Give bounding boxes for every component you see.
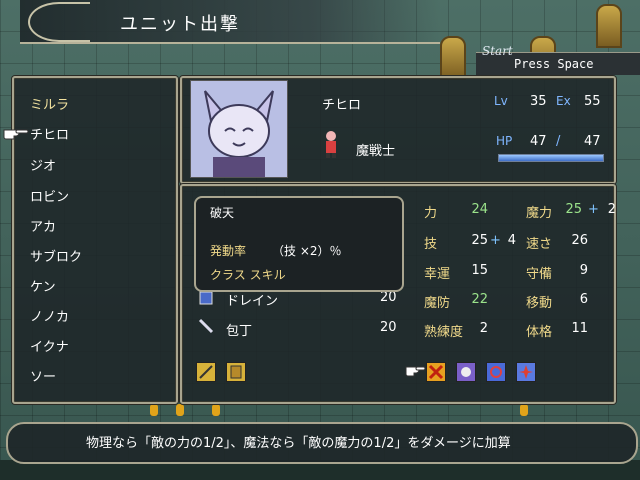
title-ornament [28, 2, 90, 42]
torch-icon [520, 404, 528, 416]
unit-item[interactable]: ノノカ [30, 306, 69, 332]
screen-title: ユニット出撃 [120, 14, 240, 35]
skill-burst-icon[interactable] [516, 362, 536, 382]
stat-mag-value: 25 [565, 202, 582, 217]
unit-item[interactable]: チヒロ [30, 124, 69, 150]
stat-skl-bonus: 4 [507, 233, 516, 248]
stat-mag-bonus: 2 [607, 202, 616, 217]
unit-item[interactable]: アカ [30, 216, 56, 242]
item-name[interactable]: 包丁 [226, 320, 252, 339]
item-name[interactable]: ドレイン [226, 290, 278, 309]
exp-value: 55 [584, 94, 601, 109]
stat-spd-value: 26 [571, 233, 588, 248]
skill-rate-value: （技 ×2）％ [272, 244, 342, 258]
pointing-hand-icon [405, 366, 426, 377]
hp-max: 47 [584, 134, 601, 149]
exp-label: Ex [556, 94, 571, 108]
stat-prof-label: 熟練度 [424, 325, 464, 340]
item-uses: 20 [380, 290, 397, 305]
stat-def-label: 守備 [526, 267, 553, 282]
stat-con-label: 体格 [526, 325, 553, 340]
skill-name: 破天 [210, 206, 235, 220]
hp-value: 47 [530, 134, 547, 149]
unit-item[interactable]: ミルラ [30, 94, 69, 120]
tome-icon [199, 291, 213, 305]
unit-portrait [190, 80, 288, 178]
stat-con-value: 11 [571, 321, 588, 336]
stained-window [440, 36, 466, 80]
knife-icon [198, 318, 214, 334]
pointing-hand-cursor-icon [3, 129, 29, 140]
stat-def-value: 9 [579, 263, 588, 278]
unit-item[interactable]: ケン [30, 276, 56, 302]
title-bar: ユニット出撃 [20, 0, 440, 44]
weapon-type-icon[interactable] [196, 362, 216, 382]
unit-name: チヒロ [322, 98, 362, 113]
skill-ghost-icon[interactable] [456, 362, 476, 382]
hp-slash: / [556, 134, 561, 149]
skill-class-label: クラス スキル [210, 268, 286, 282]
unit-item[interactable]: ソー [30, 366, 56, 392]
stat-res-value: 22 [471, 292, 488, 307]
press-space-label[interactable]: Press Space [514, 57, 593, 71]
unit-item[interactable]: ロビン [30, 186, 69, 212]
class-name: 魔戦士 [356, 144, 396, 159]
stat-res-label: 魔防 [424, 296, 451, 311]
class-sprite-icon [326, 131, 336, 158]
stained-window [596, 4, 622, 48]
stat-str-label: 力 [424, 206, 438, 221]
stat-prof-value: 2 [479, 321, 488, 336]
skill-ring-icon[interactable] [486, 362, 506, 382]
hp-bar [498, 154, 604, 162]
unit-item[interactable]: サブロク [30, 246, 82, 272]
level-label: Lv [494, 94, 508, 108]
start-label: Start [482, 44, 513, 58]
stat-lck-label: 幸運 [424, 267, 451, 282]
torch-icon [176, 404, 184, 416]
unit-item[interactable]: イクナ [30, 336, 69, 362]
item-uses: 20 [380, 320, 397, 335]
stat-mag-label: 魔力 [526, 206, 553, 221]
stat-mov-value: 6 [579, 292, 588, 307]
stat-skl-value: 25 [471, 233, 488, 248]
help-text: 物理なら「敵の力の1/2」、魔法なら「敵の魔力の1/2」をダメージに加算 [86, 436, 511, 451]
stat-lck-value: 15 [471, 263, 488, 278]
torch-icon [150, 404, 158, 416]
stat-mov-label: 移動 [526, 296, 553, 311]
skill-haten-icon[interactable] [426, 362, 446, 382]
book-type-icon[interactable] [226, 362, 246, 382]
hp-label: HP [496, 134, 513, 148]
hp-bar-fill [499, 155, 603, 161]
unit-item[interactable]: ジオ [30, 155, 56, 181]
torch-icon [212, 404, 220, 416]
stat-str-value: 24 [471, 202, 488, 217]
skill-rate-label: 発動率 [210, 244, 247, 258]
stat-spd-label: 速さ [526, 237, 553, 252]
stat-skl-label: 技 [424, 237, 438, 252]
level-value: 35 [530, 94, 547, 109]
